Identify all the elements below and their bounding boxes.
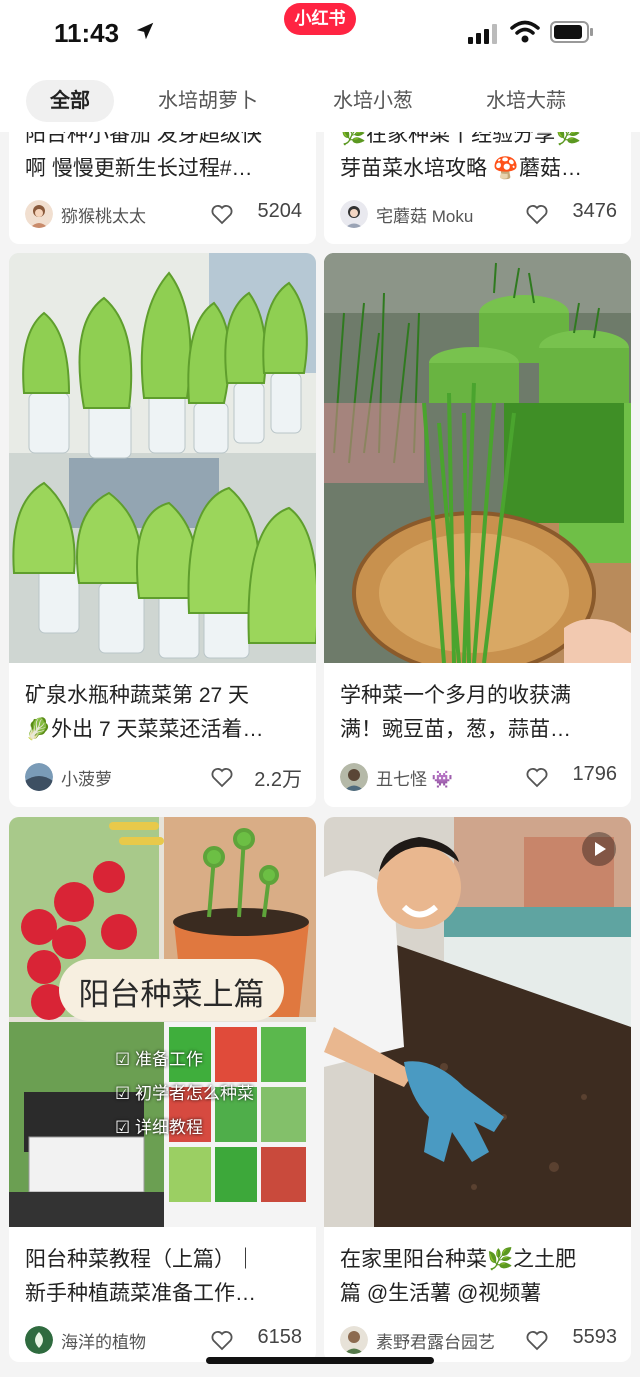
category-tabs: 全部 水培胡萝卜 水培小葱 水培大蒜 xyxy=(0,70,640,132)
note-title-line: 🥬外出 7 天菜菜还活着… xyxy=(25,718,264,741)
avatar[interactable] xyxy=(340,1326,368,1354)
note-title-line: 满！豌豆苗，葱，蒜苗… xyxy=(340,718,571,741)
status-bar: 11:43 小红书 xyxy=(0,0,640,70)
note-title-line: 啊 慢慢更新生长过程#… xyxy=(25,157,253,180)
note-card[interactable]: 在家里阳台种菜🌿之土肥 篇 @生活薯 @视频薯 素野君露台园艺 5593 xyxy=(324,817,631,1362)
author-name[interactable]: 素野君露台园艺 xyxy=(376,1328,495,1353)
tab-all[interactable]: 全部 xyxy=(26,80,114,122)
checklist-item: ☑ 初学者怎么种菜 xyxy=(115,1084,254,1103)
note-title: 学种菜一个多月的收获满 满！豌豆苗，葱，蒜苗… xyxy=(340,679,617,747)
author-name[interactable]: 猕猴桃太太 xyxy=(61,202,146,227)
note-meta: 丑七怪 👾 1796 xyxy=(338,761,617,793)
note-title-line: 芽苗菜水培攻略 🍄蘑菇… xyxy=(340,157,582,180)
video-play-icon[interactable] xyxy=(582,832,616,866)
heart-icon[interactable] xyxy=(210,1328,234,1352)
note-card[interactable]: 🌿在家种菜丨经验分享🌿 芽苗菜水培攻略 🍄蘑菇… 宅蘑菇 Moku 3476 xyxy=(324,132,631,244)
checklist-item: ☑ 准备工作 xyxy=(115,1050,203,1069)
like-count: 6158 xyxy=(257,1326,303,1348)
wifi-icon xyxy=(510,20,540,43)
checklist-item: ☑ 详细教程 xyxy=(115,1118,203,1137)
note-title: 矿泉水瓶种蔬菜第 27 天 🥬外出 7 天菜菜还活着… xyxy=(25,679,302,747)
heart-icon[interactable] xyxy=(210,202,234,226)
note-title-line: 在家里阳台种菜🌿之土肥 xyxy=(340,1248,577,1271)
like-count: 2.2万 xyxy=(254,769,302,791)
note-meta: 猕猴桃太太 5204 xyxy=(23,198,302,230)
note-title-line: 新手种植蔬菜准备工作… xyxy=(25,1282,256,1305)
note-meta: 素野君露台园艺 5593 xyxy=(338,1324,617,1356)
like-count: 5204 xyxy=(257,200,303,222)
signal-icon xyxy=(468,24,497,44)
home-indicator[interactable] xyxy=(206,1357,434,1364)
tab-hydroponic-scallion[interactable]: 水培小葱 xyxy=(333,80,413,122)
overlay-checklist: ☑ 准备工作 ☑ 初学者怎么种菜 ☑ 详细教程 xyxy=(115,1043,254,1145)
note-card[interactable]: 阳台种小番茄 发芽超级快 啊 慢慢更新生长过程#… 猕猴桃太太 5204 xyxy=(9,132,316,244)
avatar[interactable] xyxy=(25,200,53,228)
note-title-line: 矿泉水瓶种蔬菜第 27 天 xyxy=(25,684,250,707)
note-cover-image xyxy=(324,253,631,663)
author-name[interactable]: 小菠萝 xyxy=(61,765,112,790)
location-arrow-icon xyxy=(136,22,154,40)
note-title: 🌿在家种菜丨经验分享🌿 芽苗菜水培攻略 🍄蘑菇… xyxy=(340,132,617,186)
heart-icon[interactable] xyxy=(525,202,549,226)
note-cover-image xyxy=(9,817,316,1227)
note-meta: 小菠萝 2.2万 xyxy=(23,761,302,793)
app-logo: 小红书 xyxy=(284,3,356,35)
note-cover-image xyxy=(9,253,316,663)
note-card[interactable]: 学种菜一个多月的收获满 满！豌豆苗，葱，蒜苗… 丑七怪 👾 1796 xyxy=(324,253,631,807)
avatar[interactable] xyxy=(25,763,53,791)
note-title-line: 🌿在家种菜丨经验分享🌿 xyxy=(340,132,582,146)
overlay-heading: 阳台种菜上篇 xyxy=(78,977,265,1012)
note-title: 在家里阳台种菜🌿之土肥 篇 @生活薯 @视频薯 xyxy=(340,1243,617,1311)
note-meta: 宅蘑菇 Moku 3476 xyxy=(338,198,617,230)
status-time: 11:43 xyxy=(54,18,120,48)
heart-icon[interactable] xyxy=(525,765,549,789)
note-title-line: 阳台种小番茄 发芽超级快 xyxy=(25,132,262,146)
like-count: 3476 xyxy=(572,200,618,222)
like-count: 1796 xyxy=(572,763,618,785)
note-card[interactable]: 矿泉水瓶种蔬菜第 27 天 🥬外出 7 天菜菜还活着… 小菠萝 2.2万 xyxy=(9,253,316,807)
avatar[interactable] xyxy=(340,763,368,791)
author-name[interactable]: 宅蘑菇 Moku xyxy=(376,202,473,227)
battery-icon xyxy=(550,21,593,43)
author-name[interactable]: 丑七怪 👾 xyxy=(376,765,453,790)
note-title-line: 阳台种菜教程（上篇）｜ xyxy=(25,1248,256,1271)
note-title: 阳台种小番茄 发芽超级快 啊 慢慢更新生长过程#… xyxy=(25,132,302,186)
note-cover-image xyxy=(324,817,631,1227)
tab-hydroponic-carrot[interactable]: 水培胡萝卜 xyxy=(158,80,258,122)
note-title: 阳台种菜教程（上篇）｜ 新手种植蔬菜准备工作… xyxy=(25,1243,302,1311)
like-count: 5593 xyxy=(572,1326,618,1348)
avatar[interactable] xyxy=(25,1326,53,1354)
author-name[interactable]: 海洋的植物 xyxy=(61,1328,146,1353)
note-title-line: 学种菜一个多月的收获满 xyxy=(340,684,571,707)
heart-icon[interactable] xyxy=(210,765,234,789)
avatar[interactable] xyxy=(340,200,368,228)
note-meta: 海洋的植物 6158 xyxy=(23,1324,302,1356)
tab-hydroponic-garlic[interactable]: 水培大蒜 xyxy=(486,80,566,122)
note-title-line: 篇 @生活薯 @视频薯 xyxy=(340,1282,542,1305)
note-card[interactable]: 阳台种菜上篇 ☑ 准备工作 ☑ 初学者怎么种菜 ☑ 详细教程 阳台种菜教程（上篇… xyxy=(9,817,316,1362)
heart-icon[interactable] xyxy=(525,1328,549,1352)
